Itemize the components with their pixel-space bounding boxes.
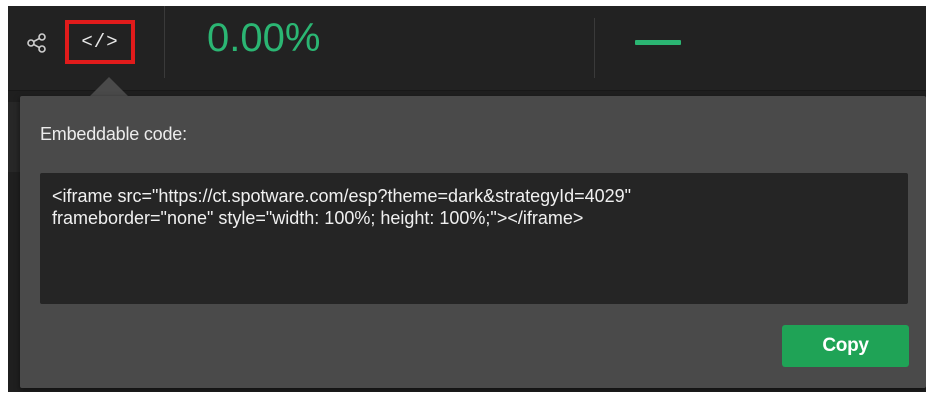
top-bar: </> 0.00% [8,6,926,91]
toolbar-divider [594,18,595,78]
code-line-1: <iframe src="https://ct.spotware.com/esp… [52,186,632,206]
embed-code-textarea[interactable]: <iframe src="https://ct.spotware.com/esp… [40,173,908,304]
return-percent: 0.00% [207,16,321,60]
copy-button[interactable]: Copy [782,325,909,367]
share-icon-graphic [27,33,46,53]
code-line-2: frameborder="none" style="width: 100%; h… [52,208,584,228]
popup-title: Embeddable code: [40,124,187,144]
code-icon: </> [81,31,119,53]
embed-popup: Embeddable code: <iframe src="https://ct… [20,96,926,388]
secondary-value-dash [635,40,681,45]
popup-arrow [90,77,128,96]
toolbar-divider [164,6,165,78]
widget-frame: </> 0.00% Embeddable code: <iframe src="… [8,6,926,392]
share-icon[interactable] [25,31,49,55]
embed-code-button[interactable]: </> [65,20,135,64]
